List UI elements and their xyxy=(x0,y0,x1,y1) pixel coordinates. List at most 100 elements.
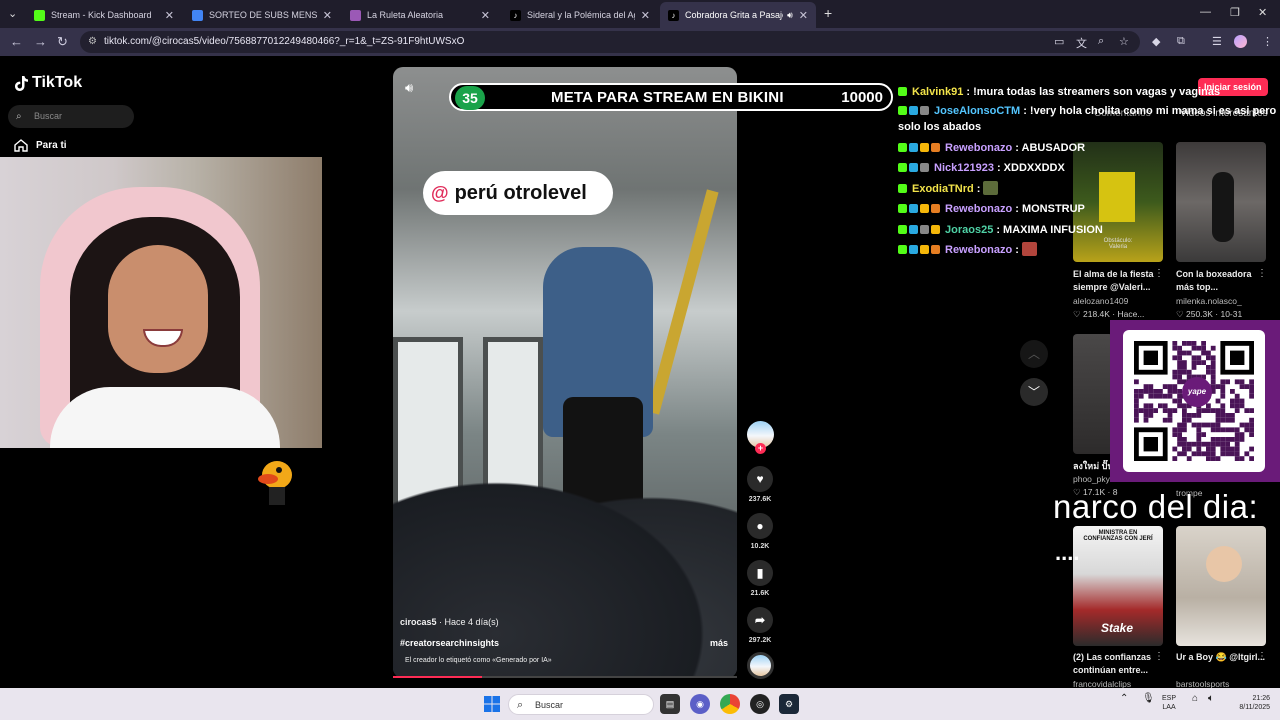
more-options-icon[interactable]: ⋮ xyxy=(1154,651,1164,662)
feed-title[interactable]: Con la boxeadora más top... xyxy=(1176,268,1266,294)
tab-audio-icon[interactable]: 🔊︎ xyxy=(787,10,793,21)
feed-title[interactable]: (2) Las confianzas continúan entre... xyxy=(1073,651,1163,677)
nav-item-label: Para ti xyxy=(36,140,67,151)
back-button[interactable]: ← xyxy=(10,34,23,49)
video-more-link[interactable]: más xyxy=(710,638,728,648)
qr-module xyxy=(1206,365,1211,370)
address-bar[interactable]: ⚙ tiktok.com/@cirocas5/video/75688770122… xyxy=(80,31,1140,53)
bookmark-star-icon[interactable]: ☆ xyxy=(1119,35,1129,48)
follow-plus-icon[interactable]: + xyxy=(755,443,766,454)
tray-overflow-icon[interactable]: ⌃ xyxy=(1120,694,1128,704)
tab-4[interactable]: ♪ Sideral y la Polémica del Agua ✕ xyxy=(502,2,658,28)
feed-thumbnail[interactable] xyxy=(1176,526,1266,646)
minimize-button[interactable]: — xyxy=(1200,6,1211,18)
qr-module xyxy=(1182,422,1187,428)
tiktok-logo[interactable]: TikTok xyxy=(14,74,82,92)
more-options-icon[interactable]: ⋮ xyxy=(1257,651,1267,662)
clock[interactable]: 21:26 8/11/2025 xyxy=(1228,694,1270,712)
at-sign-icon: @ xyxy=(431,182,449,203)
qr-module xyxy=(1206,446,1211,452)
save-button[interactable]: ▮ 21.6K xyxy=(745,560,775,597)
qr-module xyxy=(1234,446,1240,452)
close-tab-icon[interactable]: ✕ xyxy=(481,9,490,22)
obs-icon[interactable]: ◎ xyxy=(750,694,770,714)
steam-icon[interactable]: ⚙ xyxy=(779,694,799,714)
video-sticker-text: perú otrolevel xyxy=(454,181,587,204)
tab-1[interactable]: Stream - Kick Dashboard ✕ xyxy=(26,2,182,28)
chat-username: Rewebonazo xyxy=(945,244,1013,256)
cast-icon[interactable]: ▭ xyxy=(1054,35,1064,48)
windows-start-icon[interactable] xyxy=(484,696,500,712)
qr-module xyxy=(1167,408,1173,413)
feed-thumbnail[interactable] xyxy=(1073,334,1113,454)
puzzle-icon[interactable]: ⧉ xyxy=(1177,35,1185,48)
new-tab-button[interactable]: + xyxy=(824,5,832,21)
profile-avatar[interactable] xyxy=(1234,35,1247,48)
music-disc[interactable] xyxy=(747,652,774,679)
chrome-icon[interactable] xyxy=(720,694,740,714)
close-tab-icon[interactable]: ✕ xyxy=(323,9,332,22)
share-button[interactable]: ➦ 297.2K xyxy=(745,607,775,644)
qr-finder xyxy=(1143,350,1158,365)
qr-module xyxy=(1172,345,1178,351)
tab-5[interactable]: ♪ Cobradora Grita a Pasajero 🔊︎ ✕ xyxy=(660,2,816,28)
taskbar-search[interactable]: ⌕ Buscar xyxy=(508,694,654,715)
maximize-button[interactable]: ❐ xyxy=(1230,6,1240,19)
feed-author[interactable]: alelozano1409 xyxy=(1073,296,1163,306)
feed-title[interactable]: El alma de la fiesta siempre @Valeri... xyxy=(1073,268,1163,294)
like-button[interactable]: ♥ 237.6K xyxy=(745,466,775,503)
close-window-button[interactable]: ✕ xyxy=(1258,6,1267,19)
qr-module xyxy=(1191,341,1197,346)
extension-icon[interactable]: ◆ xyxy=(1152,35,1160,48)
reload-button[interactable]: ↻ xyxy=(57,34,68,50)
feed-thumbnail[interactable]: MINISTRA EN CONFIANZAS CON JERÍ Stake xyxy=(1073,526,1163,646)
menu-icon[interactable]: ⋮ xyxy=(1262,35,1273,48)
video-posted: · Hace 4 día(s) xyxy=(439,617,499,627)
tab-search-icon[interactable]: ⌄ xyxy=(8,7,17,20)
zoom-icon[interactable]: ⌕ xyxy=(1098,35,1104,48)
discord-icon[interactable]: ◉ xyxy=(690,694,710,714)
feed-author[interactable]: milenka.nolasco_ xyxy=(1176,296,1266,306)
translate-icon[interactable]: 文 xyxy=(1076,35,1087,51)
microphone-icon[interactable]: 🎙︎ xyxy=(1142,694,1155,704)
tiktok-video[interactable] xyxy=(393,67,737,678)
tab-2[interactable]: SORTEO DE SUBS MENSUA - D ✕ xyxy=(184,2,340,28)
qr-module xyxy=(1220,413,1226,418)
forward-button[interactable]: → xyxy=(34,34,47,49)
close-tab-icon[interactable]: ✕ xyxy=(799,9,808,22)
video-author[interactable]: cirocas5 xyxy=(400,617,437,627)
next-video-button[interactable]: ﹀ xyxy=(1020,378,1048,406)
site-info-icon[interactable]: ⚙ xyxy=(88,31,97,53)
more-options-icon[interactable]: ⋮ xyxy=(1154,268,1164,279)
close-tab-icon[interactable]: ✕ xyxy=(641,9,650,22)
network-icon[interactable]: ⌂ xyxy=(1192,694,1198,704)
chat-badge-icon xyxy=(931,224,940,234)
feed-title[interactable]: Ur a Boy 😂 @ltgirl... xyxy=(1176,651,1266,664)
qr-module xyxy=(1206,350,1211,356)
tiktok-note-icon xyxy=(15,76,28,91)
narco-del-dia-text: narco del dia: xyxy=(1053,488,1259,525)
volume-icon[interactable]: 🔊︎ xyxy=(405,80,413,96)
language-indicator[interactable]: ESP LAA xyxy=(1162,694,1176,712)
tab-3[interactable]: La Ruleta Aleatoria ✕ xyxy=(342,2,498,28)
qr-module xyxy=(1191,451,1197,457)
chat-badge-icon xyxy=(898,204,907,213)
qr-module xyxy=(1210,379,1216,385)
tiktok-search-input[interactable]: ⌕ Buscar xyxy=(8,105,134,128)
chat-badge-icon xyxy=(898,142,907,152)
nav-item-for-you[interactable]: Para ti xyxy=(14,139,67,152)
more-options-icon[interactable]: ⋮ xyxy=(1257,268,1267,279)
qr-module xyxy=(1162,393,1168,399)
close-tab-icon[interactable]: ✕ xyxy=(165,9,174,22)
video-hashtag[interactable]: #creatorsearchinsights xyxy=(400,638,499,648)
speaker-icon[interactable]: 🔈︎ xyxy=(1208,694,1214,704)
previous-video-button[interactable]: ︿ xyxy=(1020,340,1048,368)
reading-list-icon[interactable]: ☰ xyxy=(1212,35,1222,48)
qr-module xyxy=(1182,441,1187,447)
qr-module xyxy=(1143,389,1149,394)
video-progress-bar[interactable] xyxy=(393,676,737,678)
feed-title[interactable]: ลงใหม่ ปั๊ป xyxy=(1073,460,1113,473)
feed-author[interactable]: phoo_pky xyxy=(1073,474,1113,484)
task-view-icon[interactable]: ▤ xyxy=(660,694,680,714)
comment-button[interactable]: ● 10.2K xyxy=(745,513,775,550)
